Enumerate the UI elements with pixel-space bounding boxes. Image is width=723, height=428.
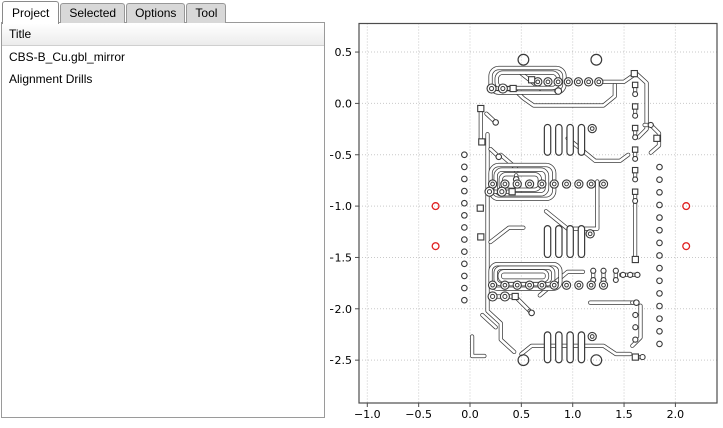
svg-text:1.5: 1.5 bbox=[615, 408, 633, 421]
svg-text:0.5: 0.5 bbox=[335, 46, 353, 59]
svg-text:−2.5: −2.5 bbox=[330, 354, 352, 367]
svg-text:1.0: 1.0 bbox=[564, 408, 582, 421]
tab-options[interactable]: Options bbox=[126, 3, 185, 23]
tab-selected[interactable]: Selected bbox=[60, 3, 125, 23]
tree-header-title[interactable]: Title bbox=[2, 23, 324, 46]
svg-text:−1.0: −1.0 bbox=[354, 408, 381, 421]
flatcam-window: { "window": { "bg": "#ffffff" }, "left_p… bbox=[0, 0, 723, 428]
project-panel: Title CBS-B_Cu.gbl_mirror Alignment Dril… bbox=[1, 22, 325, 418]
svg-text:−0.5: −0.5 bbox=[405, 408, 432, 421]
svg-text:−1.0: −1.0 bbox=[330, 200, 352, 213]
tree-item-alignment-drills[interactable]: Alignment Drills bbox=[2, 68, 324, 90]
svg-text:0.0: 0.0 bbox=[335, 97, 353, 110]
svg-text:−0.5: −0.5 bbox=[330, 149, 352, 162]
tab-tool[interactable]: Tool bbox=[186, 3, 226, 23]
svg-text:−2.0: −2.0 bbox=[330, 303, 352, 316]
tab-project[interactable]: Project bbox=[2, 1, 59, 24]
notebook-tab-bar: Project Selected Options Tool bbox=[2, 1, 227, 23]
plot-canvas[interactable]: −1.0 −0.5 0.0 0.5 1.0 1.5 2.0 0.5 0.0 −0.5 −1.0 −1.… bbox=[330, 0, 723, 428]
tree-item-gerber-object[interactable]: CBS-B_Cu.gbl_mirror bbox=[2, 46, 324, 68]
svg-text:0.0: 0.0 bbox=[461, 408, 479, 421]
svg-text:0.5: 0.5 bbox=[513, 408, 531, 421]
svg-text:2.0: 2.0 bbox=[667, 408, 685, 421]
svg-text:−1.5: −1.5 bbox=[330, 251, 352, 264]
